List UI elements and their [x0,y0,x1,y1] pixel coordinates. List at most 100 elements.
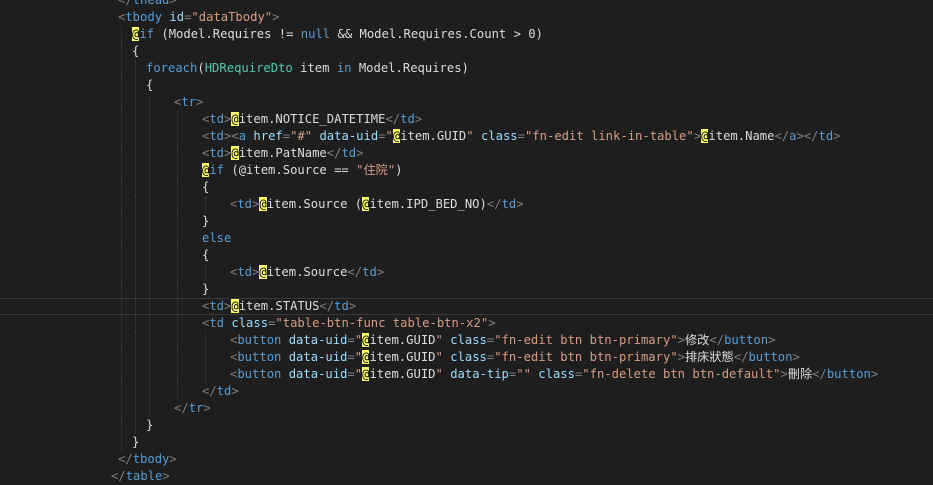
indent-guide [149,299,150,314]
indent-guide [121,162,122,179]
code-line[interactable]: <td>@item.STATUS</td> [0,298,933,315]
code-token: = [378,129,386,143]
code-line[interactable]: </thead> [0,0,933,9]
indent-guide [177,128,178,145]
indent-guide [149,400,150,417]
code-token: { [202,180,210,194]
code-line[interactable]: <td>@item.Source</td> [0,264,933,281]
code-token: > [488,316,496,330]
code-line[interactable]: @if (@item.Source == "住院") [0,162,933,179]
code-line[interactable]: <td>@item.PatName</td> [0,145,933,162]
code-line[interactable]: } [0,213,933,230]
indent-guide [177,247,178,264]
code-token: thead [132,0,170,7]
code-token: </ [733,350,749,364]
indent-guide [149,213,150,230]
code-text: <tbody id="dataTbody"> [118,9,279,26]
code-line[interactable]: </td> [0,383,933,400]
code-line[interactable]: { [0,179,933,196]
code-text: } [146,417,153,434]
code-line[interactable]: </tr> [0,400,933,417]
code-line[interactable]: </table> [0,468,933,485]
code-text: <td>@item.PatName</td> [202,145,364,162]
code-token: > [196,95,204,109]
code-token: td [209,129,225,143]
code-token: class [480,129,518,143]
code-line[interactable]: else [0,230,933,247]
code-line[interactable]: <button data-uid="@item.GUID" class="fn-… [0,332,933,349]
code-text: foreach(HDRequireDto item in Model.Requi… [146,60,469,77]
code-line[interactable]: <td>@item.NOTICE_DATETIME</td> [0,111,933,128]
code-line[interactable]: } [0,417,933,434]
indent-guide [177,162,178,179]
code-token: tr [188,401,204,415]
code-editor[interactable]: </thead> <tbody id="dataTbody"> @if (Model… [0,0,933,485]
code-token: item.Name [708,129,775,143]
indent-guide [135,128,136,145]
indent-guide [121,383,122,400]
code-token: ) [395,163,403,177]
code-token: item.Source ( [266,197,363,211]
code-text: <button data-uid="@item.GUID" data-tip="… [230,366,878,383]
indent-guide [149,383,150,400]
code-token: > [780,367,788,381]
code-line[interactable]: <tr> [0,94,933,111]
indent-guide [177,145,178,162]
code-token: > [169,0,177,7]
indent-guide [135,315,136,332]
code-line[interactable]: <button data-uid="@item.GUID" class="fn-… [0,349,933,366]
code-token: " [385,129,393,143]
code-text: </tr> [174,400,211,417]
indent-guide [149,315,150,332]
code-token: } [202,282,210,296]
code-token: (@item.Source == [224,163,357,177]
indent-guide [149,366,150,383]
code-line[interactable]: @if (Model.Requires != null && Model.Req… [0,26,933,43]
code-token: > [677,333,685,347]
code-text: <td>@item.STATUS</td> [202,299,356,314]
code-line[interactable]: } [0,434,933,451]
indent-guide [135,400,136,417]
code-token: null [300,27,331,41]
code-token: @ [231,112,239,126]
code-token: data-uid [288,333,348,347]
code-token: href [253,129,283,143]
code-line[interactable]: { [0,77,933,94]
indent-guide [205,366,206,383]
code-line[interactable]: </tbody> [0,451,933,468]
code-token: > [870,367,879,381]
indent-guide [121,230,122,247]
code-token: > [356,146,364,160]
code-token: > [203,401,211,415]
code-line[interactable]: <button data-uid="@item.GUID" data-tip="… [0,366,933,383]
code-text: </tbody> [118,451,177,468]
code-token: td [818,129,834,143]
code-line[interactable]: { [0,247,933,264]
code-token: data-uid [288,350,348,364]
indent-guide [149,111,150,128]
code-text: { [202,247,209,264]
code-token: @ [231,299,239,313]
code-line[interactable]: <td><a href="#" data-uid="@item.GUID" cl… [0,128,933,145]
indent-guide [149,332,150,349]
code-token: </ [118,452,133,466]
code-token: item.NOTICE_DATETIME [238,112,386,126]
code-line[interactable]: foreach(HDRequireDto item in Model.Requi… [0,60,933,77]
code-line[interactable]: <tbody id="dataTbody"> [0,9,933,26]
indent-guide [177,196,178,213]
indent-guide [149,196,150,213]
code-token: item [292,61,337,75]
code-line[interactable]: <td class="table-btn-func table-btn-x2"> [0,315,933,332]
code-line[interactable]: <td>@item.Source (@item.IPD_BED_NO)</td> [0,196,933,213]
code-token: </ [486,197,502,211]
code-token: 刪除 [787,367,813,381]
indent-guide [149,94,150,111]
code-token: tr [181,95,197,109]
code-token: ></ [796,129,819,143]
code-text: <td>@item.Source (@item.IPD_BED_NO)</td> [230,196,524,213]
code-line[interactable]: { [0,43,933,60]
indent-guide [135,383,136,400]
indent-guide [135,366,136,383]
code-line[interactable]: } [0,281,933,298]
